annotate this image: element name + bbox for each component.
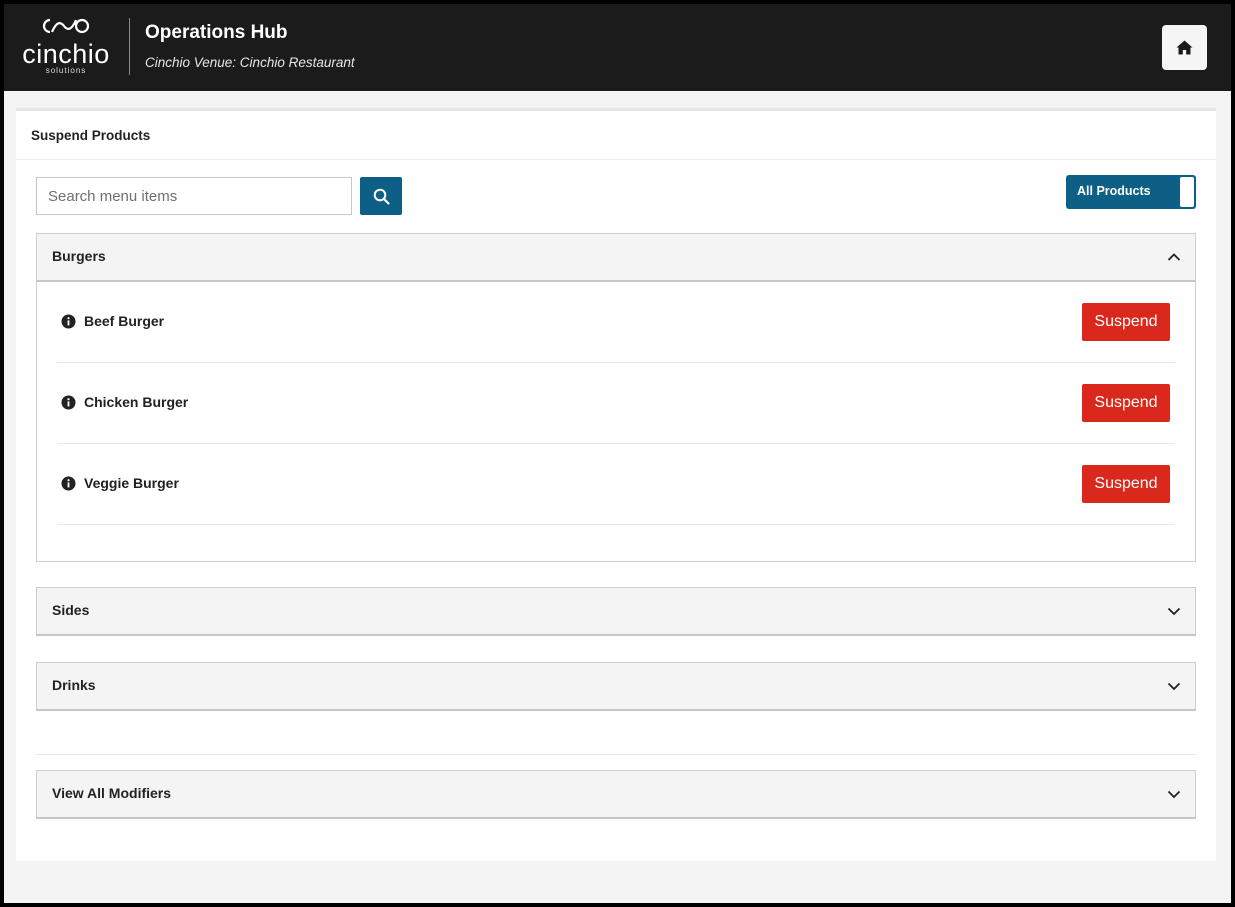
product-name: Veggie Burger — [84, 475, 179, 491]
suspend-button[interactable]: Suspend — [1082, 384, 1170, 422]
section-divider — [36, 754, 1196, 755]
home-icon — [1176, 40, 1193, 55]
product-row: Veggie Burger Suspend — [57, 444, 1175, 525]
top-header: cinchio solutions Operations Hub Cinchio… — [4, 4, 1231, 91]
chevron-down-icon — [1167, 607, 1181, 616]
logo-mark-icon — [42, 18, 90, 34]
product-name: Chicken Burger — [84, 394, 189, 410]
info-icon[interactable] — [61, 476, 76, 491]
cinchio-logo: cinchio solutions — [16, 17, 116, 77]
category-title: Burgers — [52, 248, 106, 264]
info-icon[interactable] — [61, 395, 76, 410]
app-window: cinchio solutions Operations Hub Cinchio… — [4, 4, 1231, 903]
view-all-modifiers-header[interactable]: View All Modifiers — [36, 770, 1196, 819]
search-input[interactable] — [36, 177, 352, 215]
header-divider — [129, 18, 130, 75]
panel-divider — [16, 159, 1216, 160]
all-products-toggle[interactable]: All Products — [1066, 175, 1196, 209]
chevron-down-icon — [1167, 682, 1181, 691]
product-row: Chicken Burger Suspend — [57, 363, 1175, 444]
chevron-down-icon — [1167, 790, 1181, 799]
suspend-button[interactable]: Suspend — [1082, 465, 1170, 503]
toggle-knob — [1180, 177, 1194, 207]
product-row: Beef Burger Suspend — [57, 282, 1175, 363]
logo-wordmark: cinchio — [22, 39, 110, 69]
category-header-burgers[interactable]: Burgers — [36, 233, 1196, 282]
category-header-sides[interactable]: Sides — [36, 587, 1196, 636]
chevron-up-icon — [1167, 253, 1181, 261]
app-title: Operations Hub — [145, 22, 288, 43]
search-button[interactable] — [360, 177, 402, 215]
search-icon — [373, 188, 390, 205]
modifiers-title: View All Modifiers — [52, 785, 172, 801]
toggle-label: All Products — [1077, 184, 1151, 198]
panel-title: Suspend Products — [31, 128, 151, 143]
info-icon[interactable] — [61, 314, 76, 329]
category-body-burgers: Beef Burger Suspend Chicken Burger Suspe… — [36, 282, 1196, 562]
suspend-products-panel: Suspend Products All Products Burgers — [16, 108, 1216, 861]
category-title: Drinks — [52, 677, 96, 693]
product-name: Beef Burger — [84, 313, 165, 329]
category-title: Sides — [52, 602, 90, 618]
logo-subtext: solutions — [45, 66, 87, 75]
suspend-button[interactable]: Suspend — [1082, 303, 1170, 341]
venue-name: Cinchio Venue: Cinchio Restaurant — [145, 55, 355, 70]
category-header-drinks[interactable]: Drinks — [36, 662, 1196, 711]
home-button[interactable] — [1162, 25, 1207, 70]
